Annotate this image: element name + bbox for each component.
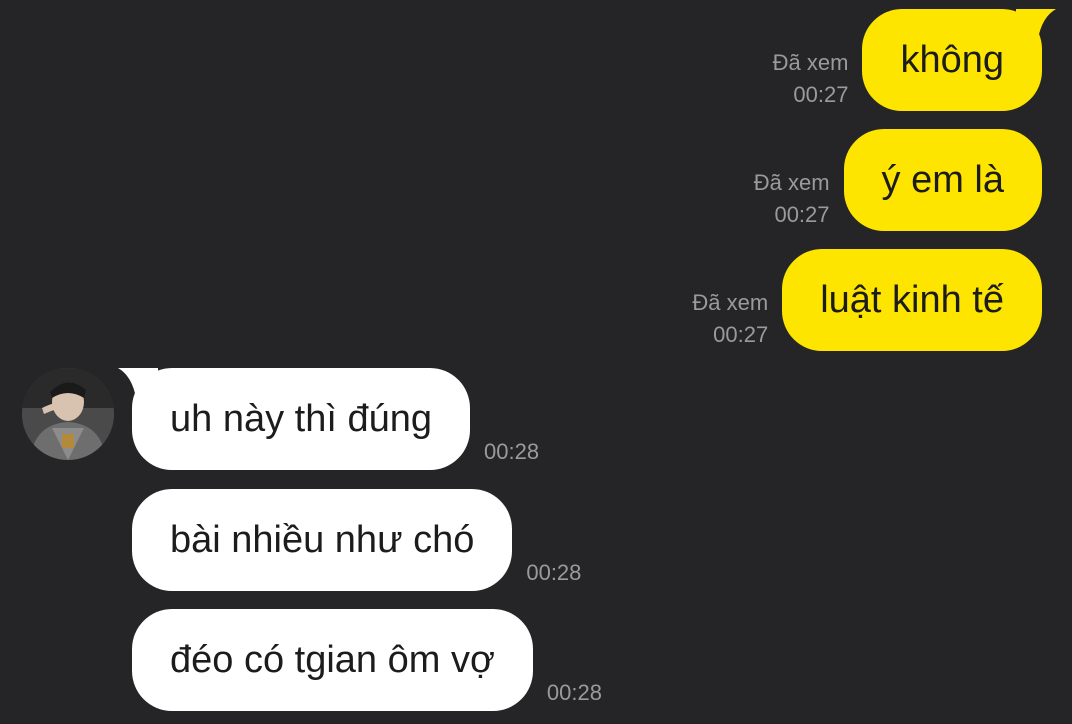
message-text: luật kinh tế xyxy=(820,279,1004,321)
read-receipt: Đã xem xyxy=(692,290,769,315)
incoming-message: bài nhiều như chó 00:28 xyxy=(132,489,581,591)
message-meta: Đã xem 00:27 xyxy=(754,167,830,231)
incoming-message: uh này thì đúng 00:28 xyxy=(118,368,540,470)
read-receipt: Đã xem xyxy=(772,50,849,75)
outgoing-bubble[interactable]: luật kinh tế xyxy=(782,249,1042,351)
message-text: không xyxy=(900,39,1004,81)
outgoing-message: Đã xem 00:27 luật kinh tế xyxy=(692,249,1042,351)
message-time: 00:27 xyxy=(774,202,830,227)
outgoing-message: Đã xem 00:27 ý em là xyxy=(754,129,1042,231)
outgoing-message: Đã xem 00:27 không xyxy=(773,9,1056,111)
avatar-photo-icon xyxy=(22,368,114,460)
message-text: bài nhiều như chó xyxy=(170,519,475,561)
incoming-message: đéo có tgian ôm vợ 00:28 xyxy=(132,609,602,711)
contact-avatar[interactable] xyxy=(22,368,114,460)
message-time: 00:27 xyxy=(713,322,769,347)
bubble-tail-icon xyxy=(118,368,158,398)
outgoing-bubble[interactable]: không xyxy=(862,9,1056,111)
bubble-tail-icon xyxy=(1016,9,1056,39)
message-time: 00:27 xyxy=(793,82,849,107)
incoming-bubble[interactable]: bài nhiều như chó xyxy=(132,489,513,591)
message-time: 00:28 xyxy=(484,439,540,464)
message-text: đéo có tgian ôm vợ xyxy=(170,639,495,681)
read-receipt: Đã xem xyxy=(753,170,830,195)
incoming-bubble[interactable]: đéo có tgian ôm vợ xyxy=(132,609,533,711)
message-time: 00:28 xyxy=(546,680,602,705)
message-meta: Đã xem 00:27 xyxy=(773,47,849,111)
incoming-bubble[interactable]: uh này thì đúng xyxy=(118,368,470,470)
outgoing-bubble[interactable]: ý em là xyxy=(843,129,1042,231)
message-time: 00:28 xyxy=(526,560,582,585)
message-text: ý em là xyxy=(881,159,1004,201)
message-meta: Đã xem 00:27 xyxy=(692,287,768,351)
chat-window: Đã xem 00:27 không Đã xem 00:27 ý em là … xyxy=(0,0,1072,724)
message-text: uh này thì đúng xyxy=(170,398,432,440)
